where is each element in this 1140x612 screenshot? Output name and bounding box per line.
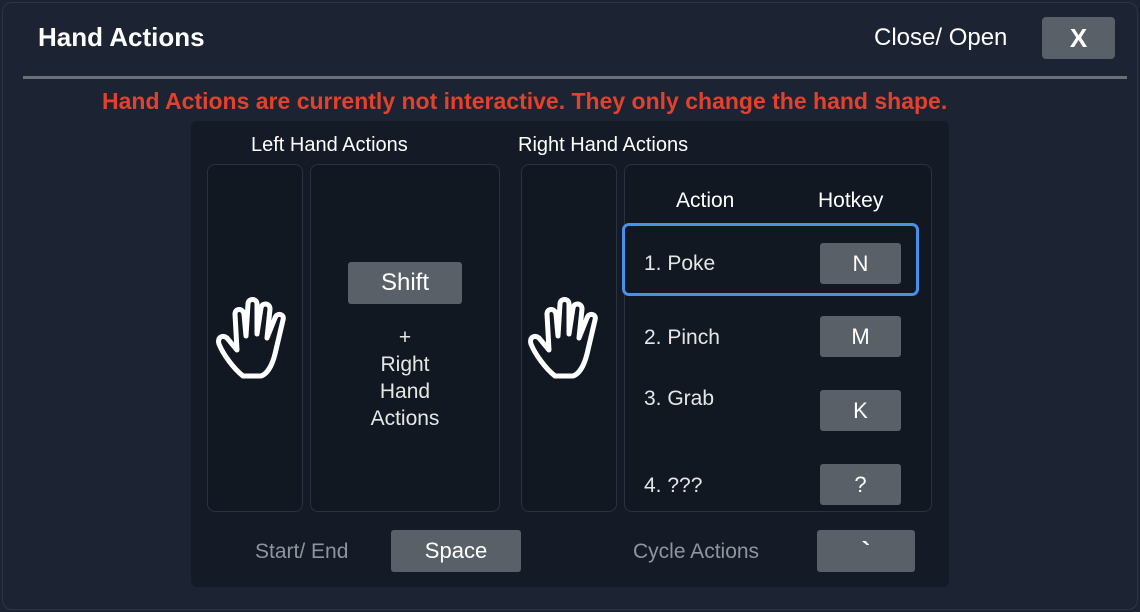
shift-key[interactable]: Shift	[348, 262, 462, 304]
action-item-unknown[interactable]: 4. ???	[644, 474, 702, 498]
left-hand-heading: Left Hand Actions	[251, 134, 408, 156]
open-hand-icon	[215, 296, 297, 385]
start-end-label: Start/ End	[255, 540, 349, 563]
hotkey-column-header: Hotkey	[818, 189, 884, 212]
space-key[interactable]: Space	[391, 530, 521, 572]
combo-line-hand: Hand	[379, 380, 431, 403]
action-item-pinch[interactable]: 2. Pinch	[644, 326, 720, 350]
combo-line-right: Right	[380, 353, 430, 376]
hotkey-k[interactable]: K	[820, 390, 901, 431]
action-item-poke[interactable]: 1. Poke	[644, 252, 715, 276]
close-open-label: Close/ Open	[874, 24, 1008, 51]
open-hand-icon	[527, 296, 609, 385]
action-item-grab[interactable]: 3. Grab	[644, 387, 714, 411]
hotkey-n[interactable]: N	[820, 243, 901, 284]
warning-message: Hand Actions are currently not interacti…	[102, 88, 948, 114]
hotkey-question[interactable]: ?	[820, 464, 901, 505]
action-column-header: Action	[676, 189, 735, 212]
backtick-key[interactable]: `	[817, 530, 915, 572]
window-title: Hand Actions	[38, 22, 205, 52]
right-hand-heading: Right Hand Actions	[518, 134, 689, 156]
combo-description: + Right Hand Actions	[348, 324, 462, 432]
combo-line-actions: Actions	[370, 407, 440, 430]
cycle-actions-label: Cycle Actions	[633, 540, 760, 563]
hotkey-m[interactable]: M	[820, 316, 901, 357]
header-divider	[23, 76, 1127, 79]
combo-plus: +	[398, 326, 412, 349]
close-button[interactable]: X	[1042, 17, 1115, 59]
